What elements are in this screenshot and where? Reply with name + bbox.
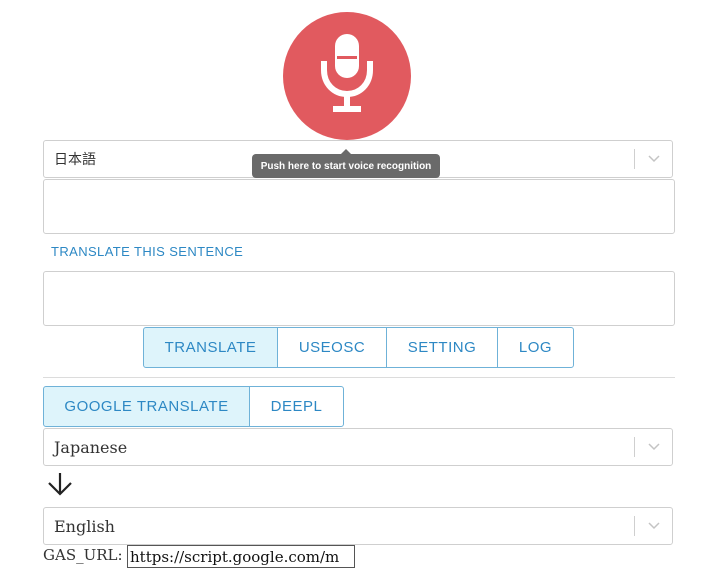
microphone-icon — [315, 32, 379, 120]
tab-setting[interactable]: SETTING — [386, 327, 498, 368]
tab-google-translate[interactable]: GOOGLE TRANSLATE — [43, 386, 250, 427]
tab-deepl[interactable]: DEEPL — [249, 386, 344, 427]
tab-useosc[interactable]: USEOSC — [277, 327, 387, 368]
section-divider — [43, 377, 675, 378]
from-language-value: Japanese — [54, 437, 128, 457]
chevron-down-icon[interactable] — [635, 141, 672, 177]
voice-tooltip: Push here to start voice recognition — [252, 149, 440, 178]
translation-output-area[interactable] — [43, 271, 675, 326]
gas-url-input[interactable] — [127, 545, 355, 568]
recognized-text-area[interactable] — [43, 179, 675, 234]
gas-url-label: GAS_URL: — [43, 546, 123, 564]
arrow-down-icon — [47, 472, 73, 496]
translate-sentence-link[interactable]: TRANSLATE THIS SENTENCE — [51, 244, 243, 259]
chevron-down-icon[interactable] — [635, 429, 672, 465]
voice-recognition-button[interactable] — [283, 12, 411, 140]
mode-tabs: TRANSLATE USEOSC SETTING LOG — [143, 327, 574, 368]
engine-tabs: GOOGLE TRANSLATE DEEPL — [43, 386, 344, 427]
from-language-select[interactable]: Japanese — [43, 428, 673, 466]
chevron-down-icon[interactable] — [635, 508, 672, 544]
app-root: Push here to start voice recognition 日本語… — [0, 0, 705, 581]
tab-log[interactable]: LOG — [497, 327, 574, 368]
tab-translate[interactable]: TRANSLATE — [143, 327, 278, 368]
to-language-value: English — [54, 516, 115, 536]
to-language-select[interactable]: English — [43, 507, 673, 545]
